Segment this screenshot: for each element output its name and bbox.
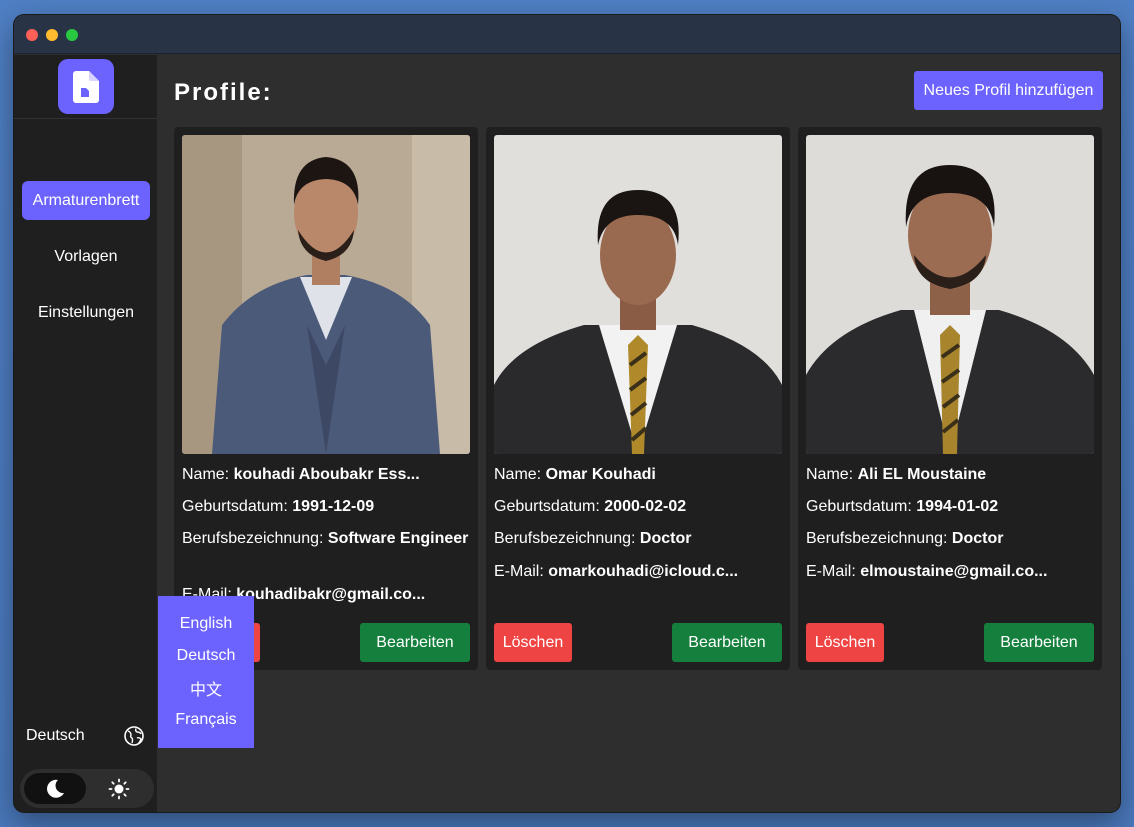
sidebar: Armaturenbrett Vorlagen Einstellungen De… <box>14 55 157 812</box>
current-language-label: Deutsch <box>26 727 85 744</box>
profile-card: Name: kouhadi Aboubakr Ess... Geburtsdat… <box>174 127 478 670</box>
delete-button[interactable]: Löschen <box>494 623 572 662</box>
sidebar-item-vorlagen[interactable]: Vorlagen <box>22 237 150 276</box>
moon-icon <box>47 779 64 798</box>
dark-mode-button[interactable] <box>24 773 86 804</box>
name-label: Name: <box>806 466 854 483</box>
profile-birthdate: Geburtsdatum: 1994-01-02 <box>806 495 1094 519</box>
email-label: E-Mail: <box>806 563 856 580</box>
job-label: Berufsbezeichnung: <box>182 530 324 547</box>
edit-button[interactable]: Bearbeiten <box>672 623 782 662</box>
document-icon <box>73 71 99 103</box>
profile-photo <box>806 135 1094 454</box>
language-option-deutsch[interactable]: Deutsch <box>158 640 254 672</box>
page-title: Profile: <box>174 79 273 106</box>
profile-job: Berufsbezeichnung: Doctor <box>494 527 782 551</box>
birthdate-label: Geburtsdatum: <box>182 498 288 515</box>
language-selector[interactable]: Deutsch <box>26 725 148 749</box>
email-value: elmoustaine@gmail.co... <box>860 563 1048 580</box>
sun-icon <box>108 778 130 799</box>
job-value: Doctor <box>951 530 1004 547</box>
theme-toggle[interactable] <box>20 769 154 808</box>
edit-button[interactable]: Bearbeiten <box>984 623 1094 662</box>
profile-job: Berufsbezeichnung: Doctor <box>806 527 1094 551</box>
minimize-window-button[interactable] <box>46 29 58 41</box>
add-profile-button[interactable]: Neues Profil hinzufügen <box>914 71 1103 110</box>
birthdate-value: 1994-01-02 <box>916 498 999 515</box>
profile-photo <box>494 135 782 454</box>
profile-card: Name: Ali EL Moustaine Geburtsdatum: 199… <box>798 127 1102 670</box>
logo-area <box>14 55 157 119</box>
sidebar-item-armaturenbrett[interactable]: Armaturenbrett <box>22 181 150 220</box>
light-mode-button[interactable] <box>88 773 150 804</box>
close-window-button[interactable] <box>26 29 38 41</box>
birthdate-label: Geburtsdatum: <box>806 498 912 515</box>
title-bar <box>14 15 1120 54</box>
job-value: Software Engineer <box>327 530 469 547</box>
maximize-window-button[interactable] <box>66 29 78 41</box>
language-option-english[interactable]: English <box>158 608 254 640</box>
profile-name: Name: Ali EL Moustaine <box>806 463 1094 487</box>
delete-button[interactable]: Löschen <box>806 623 884 662</box>
name-value: Ali EL Moustaine <box>857 466 987 483</box>
name-value: Omar Kouhadi <box>545 466 656 483</box>
email-value: omarkouhadi@icloud.c... <box>548 563 739 580</box>
profile-email: E-Mail: omarkouhadi@icloud.c... <box>494 560 782 584</box>
edit-button[interactable]: Bearbeiten <box>360 623 470 662</box>
birthdate-value: 2000-02-02 <box>604 498 687 515</box>
name-label: Name: <box>494 466 542 483</box>
profile-job: Berufsbezeichnung: Software Engineer <box>182 527 470 551</box>
birthdate-value: 1991-12-09 <box>292 498 375 515</box>
profile-name: Name: kouhadi Aboubakr Ess... <box>182 463 470 487</box>
job-label: Berufsbezeichnung: <box>494 530 636 547</box>
language-option-francais[interactable]: Français <box>158 704 254 736</box>
main-content: Profile: Neues Profil hinzufügen Name: k… <box>157 55 1120 812</box>
profile-photo <box>182 135 470 454</box>
sidebar-item-einstellungen[interactable]: Einstellungen <box>22 293 150 332</box>
job-label: Berufsbezeichnung: <box>806 530 948 547</box>
email-value: kouhadibakr@gmail.co... <box>236 586 426 603</box>
language-menu: English Deutsch 中文 Français <box>158 596 254 748</box>
email-label: E-Mail: <box>494 563 544 580</box>
profile-name: Name: Omar Kouhadi <box>494 463 782 487</box>
language-option-chinese[interactable]: 中文 <box>158 672 254 704</box>
globe-icon[interactable] <box>123 725 145 747</box>
name-value: kouhadi Aboubakr Ess... <box>233 466 420 483</box>
app-logo[interactable] <box>58 59 114 114</box>
job-value: Doctor <box>639 530 692 547</box>
name-label: Name: <box>182 466 230 483</box>
profile-card: Name: Omar Kouhadi Geburtsdatum: 2000-02… <box>486 127 790 670</box>
profile-email: E-Mail: elmoustaine@gmail.co... <box>806 560 1094 584</box>
profile-birthdate: Geburtsdatum: 1991-12-09 <box>182 495 470 519</box>
profile-birthdate: Geburtsdatum: 2000-02-02 <box>494 495 782 519</box>
birthdate-label: Geburtsdatum: <box>494 498 600 515</box>
